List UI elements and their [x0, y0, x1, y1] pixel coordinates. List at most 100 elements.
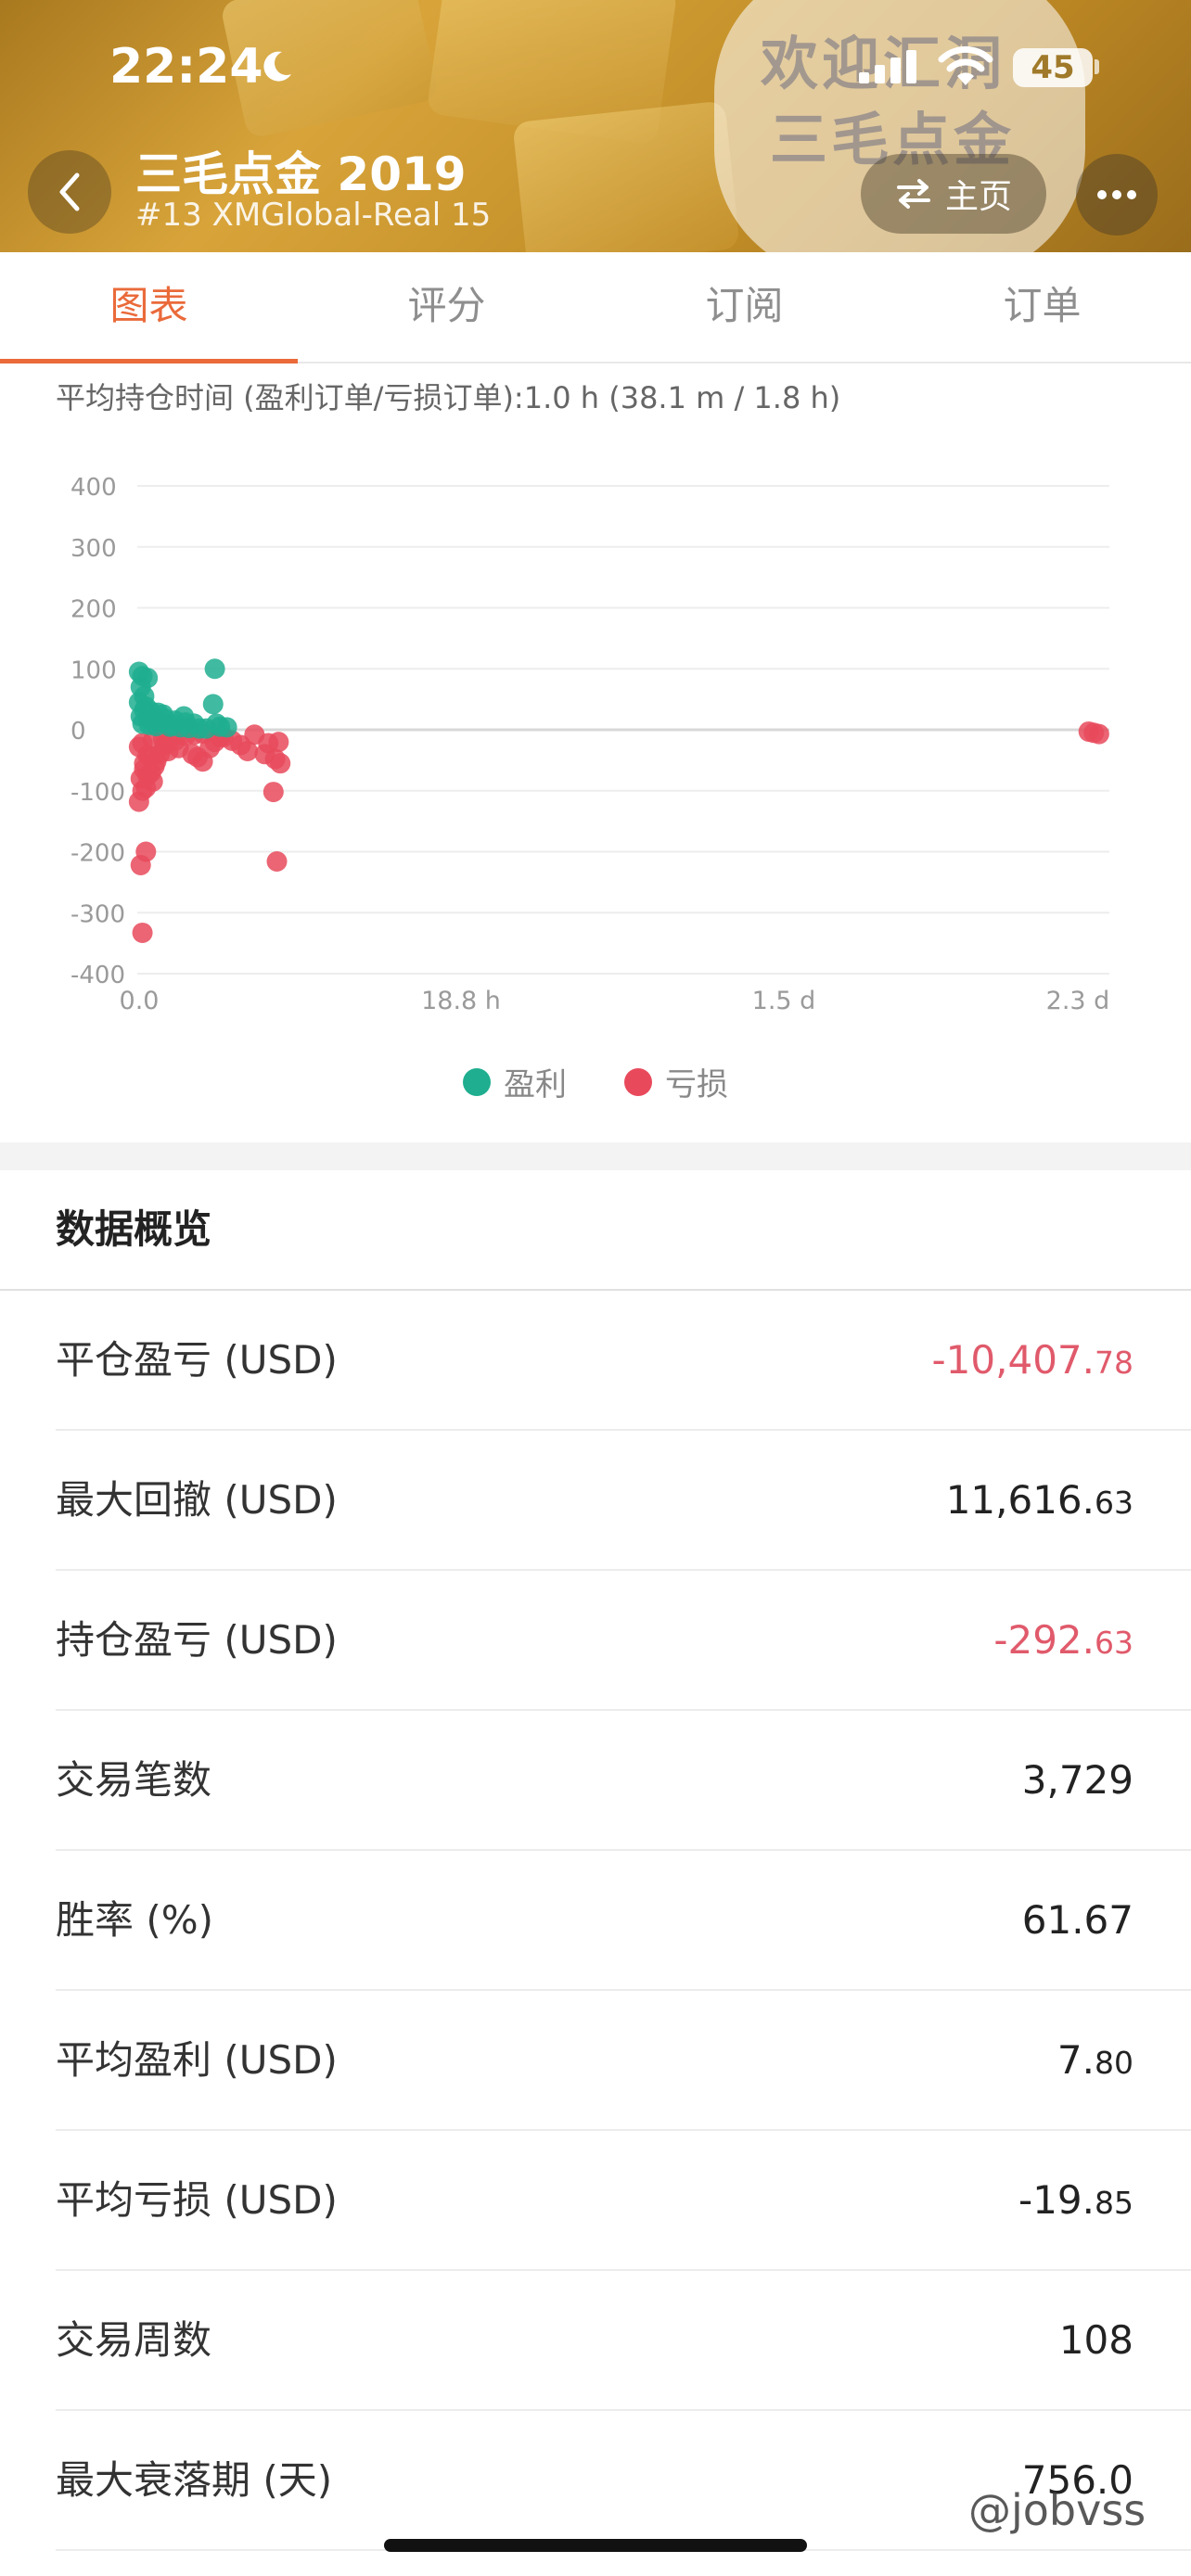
- account-subtitle: #13 XMGlobal-Real 15: [135, 197, 492, 234]
- back-button[interactable]: [28, 150, 111, 234]
- value-integer-part: -19.: [1018, 2177, 1095, 2223]
- section-divider: [0, 1142, 1191, 1170]
- y-tick-label: 400: [70, 474, 117, 502]
- tab-subscribe[interactable]: 订阅: [596, 252, 893, 362]
- value-integer-part: -292.: [993, 1617, 1095, 1663]
- app-header: 欢迎汇洞 三毛点金 22:24 45 三毛点金 2019 #13 XMGloba…: [0, 0, 1191, 252]
- x-tick-label: 18.8 h: [421, 987, 501, 1015]
- loss-point: [1088, 723, 1109, 745]
- x-tick-label: 1.5 d: [752, 987, 816, 1015]
- value-decimal-part: 63: [1095, 1485, 1133, 1521]
- legend-label-profit: 盈利: [504, 1066, 567, 1103]
- overview-row-value: 7.80: [1057, 1991, 1133, 2132]
- corner-watermark: @jobvss: [968, 2485, 1146, 2535]
- more-dots-icon: [1097, 190, 1136, 199]
- loss-point: [132, 922, 153, 943]
- y-tick-label: -200: [70, 840, 125, 868]
- value-decimal-part: 80: [1095, 2045, 1133, 2081]
- overview-row-label: 平均亏损 (USD): [56, 2177, 338, 2223]
- more-button[interactable]: [1076, 154, 1158, 236]
- profit-point: [173, 706, 195, 727]
- battery-indicator: 45: [1013, 48, 1093, 87]
- overview-row: 胜率 (%) 61.67: [56, 1851, 1191, 1991]
- y-tick-label: 100: [70, 657, 117, 684]
- overview-row: 平均盈利 (USD) 7.80: [56, 1991, 1191, 2131]
- legend-dot-loss: [624, 1067, 652, 1096]
- legend-label-loss: 亏损: [665, 1066, 728, 1103]
- legend-dot-profit: [463, 1067, 491, 1096]
- tab-rating[interactable]: 评分: [298, 252, 596, 362]
- status-time: 22:24: [109, 39, 263, 95]
- legend-item-loss[interactable]: 亏损: [624, 1059, 728, 1104]
- loss-point: [270, 753, 291, 774]
- overview-row: 交易笔数 3,729: [56, 1711, 1191, 1851]
- overview-row: 最大回撤 (USD) 11,616.63: [56, 1431, 1191, 1571]
- overview-row-value: 11,616.63: [946, 1431, 1133, 1572]
- cellular-signal-icon: [859, 50, 916, 83]
- tab-chart[interactable]: 图表: [0, 252, 298, 363]
- x-tick-label: 0.0: [120, 987, 160, 1015]
- overview-list: 平仓盈亏 (USD) -10,407.78 最大回撤 (USD) 11,616.63 持…: [0, 1291, 1191, 2551]
- profit-point: [206, 713, 227, 734]
- overview-title: 数据概览: [56, 1206, 212, 1252]
- overview-row-label: 平仓盈亏 (USD): [56, 1337, 338, 1383]
- overview-row-value: -10,407.78: [932, 1291, 1133, 1432]
- battery-tip: [1095, 59, 1099, 74]
- home-button[interactable]: 主页: [861, 154, 1046, 234]
- profit-point: [202, 694, 224, 715]
- wifi-icon: [938, 45, 993, 85]
- overview-row-value: 61.67: [1022, 1851, 1133, 1989]
- home-button-label: 主页: [944, 178, 1012, 216]
- home-indicator: [384, 2539, 807, 2552]
- legend-item-profit[interactable]: 盈利: [463, 1059, 567, 1104]
- profit-point: [144, 710, 165, 732]
- overview-row: 交易周数 108: [56, 2271, 1191, 2411]
- value-integer-part: 7.: [1057, 2037, 1095, 2083]
- loss-point: [135, 841, 157, 862]
- overview-row-label: 最大回撤 (USD): [56, 1477, 338, 1523]
- value-integer-part: -10,407.: [931, 1337, 1095, 1383]
- value-decimal-part: 85: [1095, 2185, 1133, 2221]
- overview-row-value: 3,729: [1022, 1711, 1133, 1849]
- moon-icon: [263, 51, 291, 82]
- loss-point: [266, 851, 288, 873]
- page-title: 三毛点金 2019: [135, 147, 467, 201]
- value-integer-part: 61.67: [1021, 1897, 1133, 1943]
- tab-bar: 图表 评分 订阅 订单: [0, 252, 1191, 363]
- profit-point: [204, 658, 225, 680]
- loss-point: [142, 771, 163, 792]
- value-integer-part: 108: [1058, 2317, 1133, 2363]
- value-integer-part: 11,616.: [945, 1477, 1095, 1523]
- overview-row-value: -292.63: [993, 1571, 1133, 1712]
- x-tick-label: 2.3 d: [1046, 987, 1110, 1015]
- value-integer-part: 3,729: [1021, 1757, 1133, 1803]
- gold-bar-bg: [512, 100, 740, 252]
- holding-time-caption: 平均持仓时间 (盈利订单/亏损订单):1.0 h (38.1 m / 1.8 h…: [56, 380, 841, 415]
- chevron-left-icon: [59, 172, 80, 211]
- overview-row: 平仓盈亏 (USD) -10,407.78: [56, 1291, 1191, 1431]
- chart-legend: 盈利 亏损: [0, 1059, 1191, 1104]
- value-decimal-part: 78: [1095, 1345, 1133, 1381]
- overview-row-label: 持仓盈亏 (USD): [56, 1617, 338, 1663]
- y-tick-label: -100: [70, 779, 125, 807]
- y-tick-label: -400: [70, 962, 125, 989]
- loss-point: [268, 732, 289, 753]
- overview-row: 持仓盈亏 (USD) -292.63: [56, 1571, 1191, 1711]
- overview-row-label: 交易周数: [56, 2317, 212, 2363]
- y-tick-label: -300: [70, 900, 125, 928]
- loss-point: [263, 782, 284, 803]
- swap-arrows-icon: [896, 179, 930, 209]
- overview-row-value: 108: [1059, 2271, 1133, 2409]
- overview-row-value: -19.85: [1018, 2131, 1133, 2272]
- tab-orders[interactable]: 订单: [893, 252, 1191, 362]
- y-tick-label: 300: [70, 535, 117, 563]
- y-tick-label: 0: [70, 718, 86, 746]
- overview-row-label: 交易笔数: [56, 1757, 212, 1803]
- overview-row: 平均亏损 (USD) -19.85: [56, 2131, 1191, 2271]
- value-decimal-part: 63: [1095, 1625, 1133, 1661]
- overview-row-label: 平均盈利 (USD): [56, 2037, 338, 2083]
- overview-row-label: 最大衰落期 (天): [56, 2457, 333, 2503]
- y-tick-label: 200: [70, 596, 117, 624]
- holding-time-scatter-chart: 400 300 200 100 0 -100 -200 -300 -4000.0 18.8 h 1.…: [70, 474, 1110, 1015]
- overview-row-label: 胜率 (%): [56, 1897, 214, 1943]
